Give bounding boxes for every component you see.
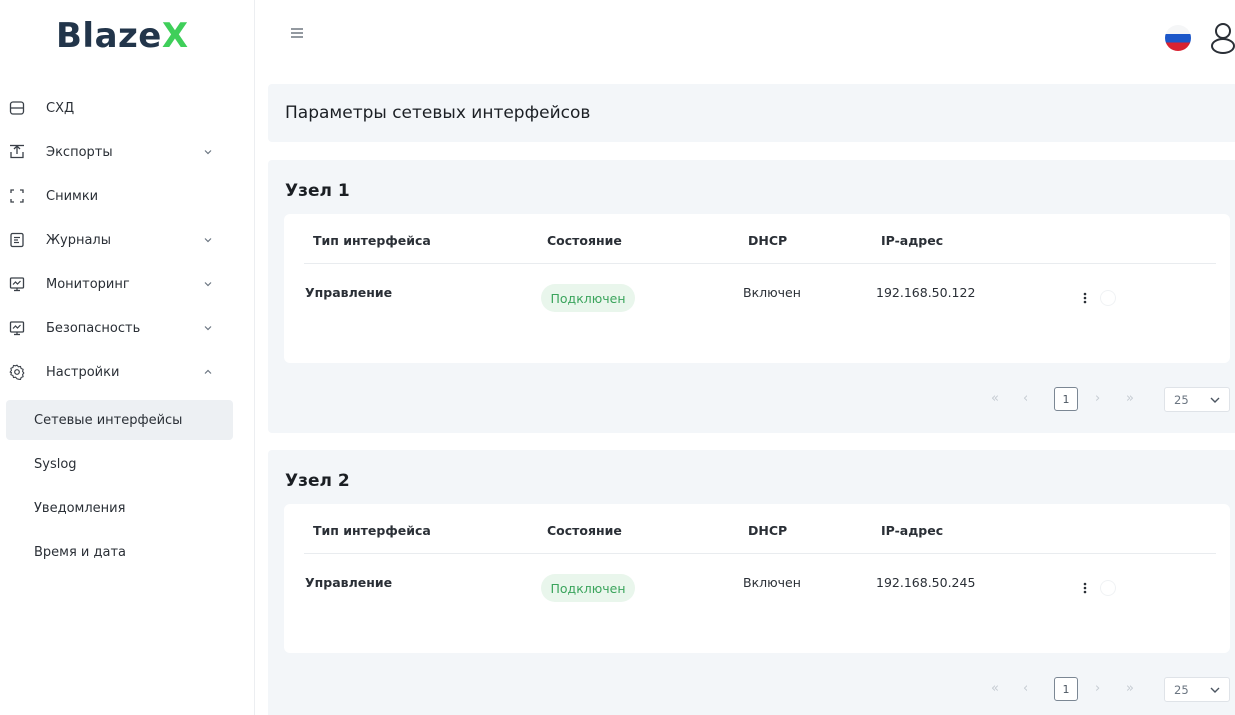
loading-spinner	[1100, 580, 1116, 596]
cell-dhcp: Включен	[743, 575, 801, 590]
prev-page-button[interactable]: ‹	[1023, 681, 1028, 696]
page-size-select[interactable]: 25	[1164, 677, 1230, 702]
sidebar-item-snapshots[interactable]: Снимки	[0, 176, 240, 216]
sidebar-subitem-label: Syslog	[34, 456, 77, 472]
cell-ip-address: 192.168.50.245	[876, 575, 976, 590]
settings-icon	[9, 364, 25, 380]
monitoring-icon	[9, 277, 25, 292]
sidebar-subitem-syslog[interactable]: Syslog	[6, 444, 233, 484]
loading-spinner	[1100, 290, 1116, 306]
sidebar-item-monitoring[interactable]: Мониторинг	[0, 264, 240, 304]
export-icon	[10, 144, 24, 159]
chevron-down-icon	[204, 282, 212, 287]
user-icon[interactable]	[1208, 20, 1235, 56]
page-title: Параметры сетевых интерфейсов	[285, 103, 591, 123]
page-size-value: 25	[1174, 393, 1189, 407]
chevron-down-icon	[204, 326, 212, 331]
interfaces-table: Тип интерфейса Состояние DHCP IP-адрес У…	[284, 214, 1230, 363]
page-size-select[interactable]: 25	[1164, 387, 1230, 412]
column-header-type[interactable]: Тип интерфейса	[313, 233, 431, 248]
sidebar-subitem-label: Уведомления	[34, 500, 126, 516]
last-page-button[interactable]: »	[1126, 391, 1134, 406]
node-title: Узел 2	[285, 471, 350, 491]
more-actions-icon[interactable]	[1081, 581, 1089, 595]
node-card: Узел 2 Тип интерфейса Состояние DHCP IP-…	[268, 450, 1235, 715]
cell-ip-address: 192.168.50.122	[876, 285, 976, 300]
node-title: Узел 1	[285, 181, 350, 201]
column-header-dhcp[interactable]: DHCP	[748, 523, 787, 538]
russian-flag-icon[interactable]	[1165, 25, 1191, 51]
snapshot-icon	[10, 189, 24, 203]
sidebar-subitem-label: Время и дата	[34, 544, 127, 560]
sidebar-subitem-label: Сетевые интерфейсы	[34, 412, 183, 428]
cell-dhcp: Включен	[743, 285, 801, 300]
interfaces-table: Тип интерфейса Состояние DHCP IP-адрес У…	[284, 504, 1230, 653]
cell-interface-type: Управление	[305, 575, 393, 590]
chevron-up-icon	[204, 369, 212, 374]
sidebar-item-settings[interactable]: Настройки	[0, 352, 240, 392]
sidebar-subitem-time-date[interactable]: Время и дата	[6, 532, 233, 572]
node-card: Узел 1 Тип интерфейса Состояние DHCP IP-…	[268, 160, 1235, 433]
next-page-button[interactable]: ›	[1095, 391, 1100, 406]
current-page-button[interactable]: 1	[1054, 677, 1078, 701]
chevron-down-icon	[204, 238, 212, 243]
sidebar-item-label: Журналы	[46, 232, 111, 248]
sidebar-item-exports[interactable]: Экспорты	[0, 132, 240, 172]
sidebar-item-label: СХД	[46, 100, 75, 116]
status-badge: Подключен	[541, 574, 635, 602]
cell-interface-type: Управление	[305, 285, 393, 300]
last-page-button[interactable]: »	[1126, 681, 1134, 696]
sidebar-item-storage[interactable]: СХД	[0, 88, 240, 128]
column-header-type[interactable]: Тип интерфейса	[313, 523, 431, 538]
sidebar-item-journals[interactable]: Журналы	[0, 220, 240, 260]
pagination: « ‹ 1 › » 25	[986, 386, 1232, 412]
sidebar-item-security[interactable]: Безопасность	[0, 308, 240, 348]
column-header-dhcp[interactable]: DHCP	[748, 233, 787, 248]
status-badge: Подключен	[541, 284, 635, 312]
storage-icon	[9, 101, 25, 115]
column-header-status[interactable]: Состояние	[547, 233, 622, 248]
chevron-down-icon	[1210, 397, 1220, 403]
sidebar-item-label: Безопасность	[46, 320, 141, 336]
hamburger-icon[interactable]	[289, 25, 305, 41]
prev-page-button[interactable]: ‹	[1023, 391, 1028, 406]
sidebar-item-label: Экспорты	[46, 144, 113, 160]
sidebar-subitem-network-interfaces[interactable]: Сетевые интерфейсы	[6, 400, 233, 440]
app-logo[interactable]: BlazeX	[56, 16, 189, 56]
page-size-value: 25	[1174, 683, 1189, 697]
next-page-button[interactable]: ›	[1095, 681, 1100, 696]
first-page-button[interactable]: «	[991, 681, 999, 696]
journal-icon	[10, 232, 24, 248]
pagination: « ‹ 1 › » 25	[986, 676, 1232, 702]
column-header-status[interactable]: Состояние	[547, 523, 622, 538]
security-icon	[9, 321, 25, 336]
column-header-ip[interactable]: IP-адрес	[881, 523, 943, 538]
sidebar-item-label: Мониторинг	[46, 276, 130, 292]
current-page-button[interactable]: 1	[1054, 387, 1078, 411]
table-divider	[304, 263, 1216, 264]
more-actions-icon[interactable]	[1081, 291, 1089, 305]
column-header-ip[interactable]: IP-адрес	[881, 233, 943, 248]
sidebar: BlazeX СХД Экспорты Снимки Журналы Монит…	[0, 0, 255, 715]
sidebar-subitem-notifications[interactable]: Уведомления	[6, 488, 233, 528]
page-title-card: Параметры сетевых интерфейсов	[268, 84, 1235, 142]
first-page-button[interactable]: «	[991, 391, 999, 406]
table-divider	[304, 553, 1216, 554]
chevron-down-icon	[1210, 687, 1220, 693]
sidebar-item-label: Настройки	[46, 364, 120, 380]
sidebar-item-label: Снимки	[46, 188, 99, 204]
chevron-down-icon	[204, 150, 212, 155]
